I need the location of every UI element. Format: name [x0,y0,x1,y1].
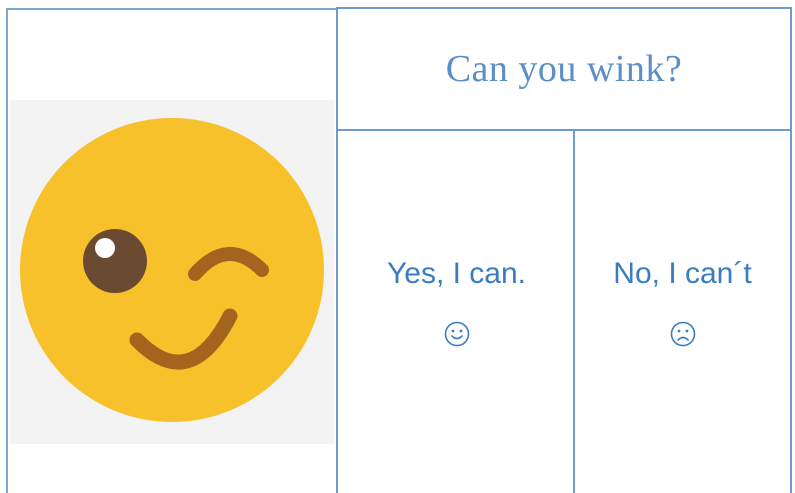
frowning-face-icon [670,321,695,347]
emoji-eye-highlight [95,238,115,258]
no-option[interactable]: No, I can´t [573,129,792,493]
yes-label: Yes, I can. [387,257,526,290]
question-title: Can you wink? [445,48,683,90]
winking-face-icon [20,118,324,422]
worksheet-card: Can you wink? Yes, I can. No, I can´t [0,0,795,493]
emoji-open-eye [83,229,147,293]
question-box: Can you wink? [336,7,792,131]
smiley-face-icon [444,321,469,347]
no-label: No, I can´t [613,257,752,290]
emoji-face [20,118,324,422]
yes-option[interactable]: Yes, I can. [336,129,575,493]
